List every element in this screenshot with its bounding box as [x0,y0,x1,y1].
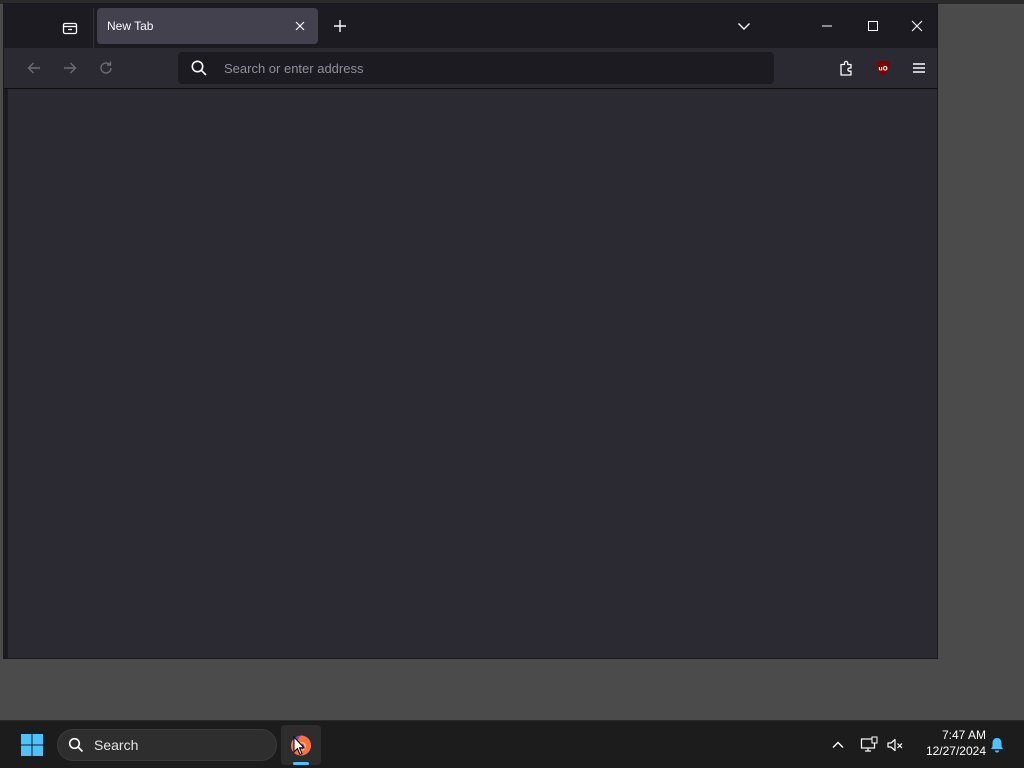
firefox-view-icon [62,22,78,35]
show-hidden-icons-button[interactable] [826,733,850,757]
tab-strip: New Tab [4,4,937,48]
windows-logo-icon [21,734,43,756]
close-window-button[interactable] [896,4,937,48]
taskbar-search[interactable]: Search [57,729,277,761]
tab-label: New Tab [107,19,154,33]
minimize-icon [822,25,832,27]
plus-icon [334,20,346,32]
list-all-tabs-button[interactable] [730,12,758,40]
clock[interactable]: 7:47 AM 12/27/2024 [914,727,986,763]
reload-icon [100,61,112,74]
new-tab-button[interactable] [326,12,354,40]
reload-button[interactable] [92,54,120,82]
page-content[interactable] [8,89,937,658]
address-input[interactable] [222,52,764,84]
ublock-origin-icon: uO [876,60,890,76]
extensions-button[interactable] [833,54,861,82]
clock-date: 12/27/2024 [925,744,986,758]
network-icon [860,736,878,752]
browser-window: New Tab Search or enter address uO [4,4,937,658]
tab-divider [93,8,94,48]
back-arrow-icon [27,62,40,74]
app-menu-button[interactable] [905,54,933,82]
volume-button[interactable] [883,733,907,757]
notification-bell-icon [991,738,1003,753]
maximize-button[interactable] [850,4,896,48]
forward-arrow-icon [64,62,77,74]
search-icon [68,737,84,753]
svg-text:uO: uO [878,66,887,73]
chevron-up-icon [832,741,844,748]
navigation-toolbar: uO [4,48,937,88]
start-button[interactable] [12,726,52,764]
notifications-button[interactable] [985,733,1009,757]
puzzle-extensions-icon [840,60,852,76]
search-label: Search [94,737,139,753]
mouse-cursor-icon [293,736,305,756]
close-icon [295,21,305,31]
forward-button[interactable] [56,54,84,82]
back-button[interactable] [20,54,48,82]
minimize-button[interactable] [804,4,850,48]
search-icon [191,60,207,76]
tab-close-button[interactable] [290,16,310,36]
desktop: New Tab Search or enter address uO [0,0,1024,720]
running-indicator [293,762,309,765]
maximize-icon [868,21,878,31]
firefox-view-button[interactable] [56,14,84,42]
chevron-down-icon [738,23,750,30]
hamburger-menu-icon [913,63,925,73]
address-bar[interactable] [178,52,774,84]
close-icon [911,20,922,32]
ublock-origin-button[interactable]: uO [869,54,897,82]
network-button[interactable] [857,733,881,757]
clock-time: 7:47 AM [941,728,986,742]
tab-new-tab[interactable]: New Tab [97,8,318,44]
taskbar: Search 7:47 AM 12/27/2024 [0,720,1024,768]
volume-muted-icon [887,738,903,752]
